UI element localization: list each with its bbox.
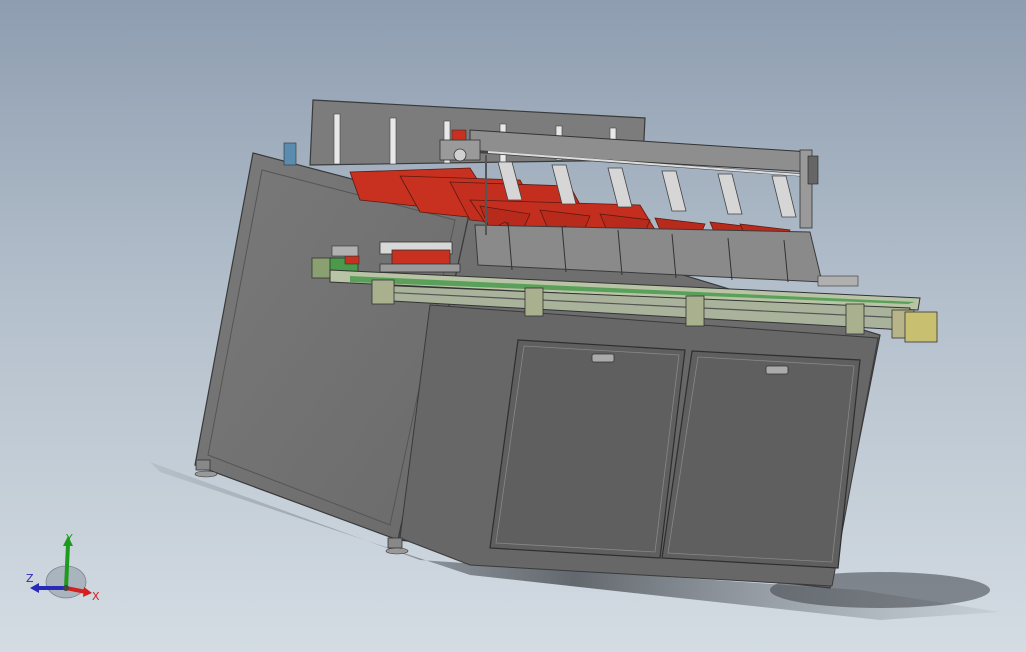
y-axis-label: Y bbox=[65, 532, 73, 545]
x-arrow-icon bbox=[83, 587, 92, 597]
cabinet-door-left[interactable] bbox=[489, 339, 686, 559]
z-axis-label: Z bbox=[26, 572, 34, 585]
door-handle-left[interactable] bbox=[591, 353, 615, 363]
x-axis-label: X bbox=[92, 590, 100, 603]
orientation-triad[interactable]: Y X Z bbox=[18, 530, 108, 610]
cabinet-door-right[interactable] bbox=[661, 350, 861, 569]
y-axis-icon bbox=[64, 543, 70, 589]
door-handle-right[interactable] bbox=[765, 365, 789, 375]
cad-viewport[interactable] bbox=[0, 0, 1026, 652]
